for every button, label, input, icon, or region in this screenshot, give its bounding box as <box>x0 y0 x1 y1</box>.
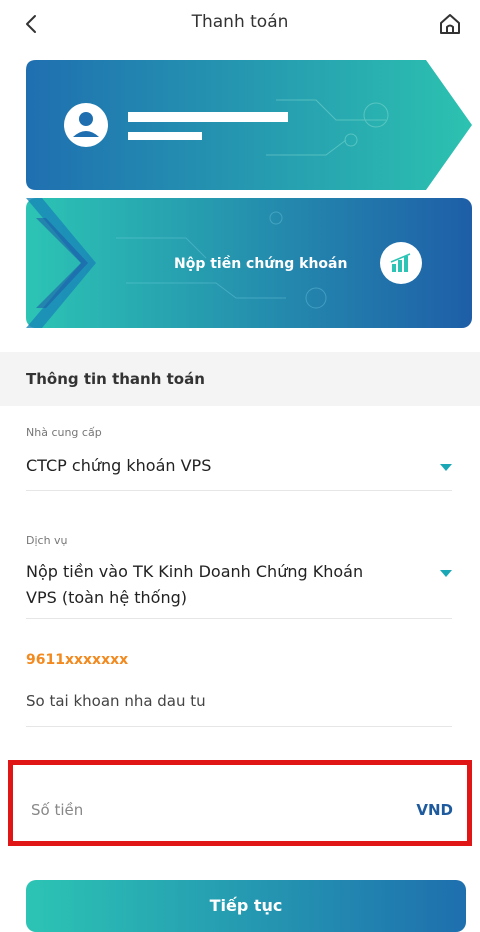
provider-value: CTCP chứng khoán VPS <box>26 456 212 475</box>
service-value-line1: Nộp tiền vào TK Kinh Doanh Chứng Khoán <box>26 562 364 581</box>
divider <box>26 726 452 727</box>
account-code: 9611xxxxxxx <box>26 652 129 668</box>
continue-button[interactable]: Tiếp tục <box>26 880 466 932</box>
deposit-card[interactable]: Nộp tiền chứng khoán <box>26 198 472 328</box>
divider <box>26 490 452 491</box>
section-title: Thông tin thanh toán <box>26 370 205 388</box>
amount-input[interactable]: Số tiền VND <box>8 760 472 846</box>
header-bar: Thanh toán <box>0 0 480 48</box>
amount-placeholder: Số tiền <box>31 801 84 819</box>
page-title: Thanh toán <box>191 12 289 32</box>
chevron-down-icon[interactable] <box>440 464 452 471</box>
service-value-line2: VPS (toàn hệ thống) <box>26 588 187 607</box>
home-icon[interactable] <box>436 10 464 38</box>
bar-chart-icon <box>380 242 422 284</box>
account-number-redacted <box>128 132 202 140</box>
account-field[interactable]: So tai khoan nha dau tu <box>26 692 206 710</box>
service-label: Dịch vụ <box>26 534 68 547</box>
user-avatar-icon <box>64 103 108 147</box>
divider <box>26 618 452 619</box>
chevron-down-icon[interactable] <box>440 570 452 577</box>
currency-label: VND <box>416 801 453 819</box>
account-card[interactable] <box>26 60 472 190</box>
payment-info-section-header: Thông tin thanh toán <box>0 352 480 406</box>
account-name-redacted <box>128 112 288 122</box>
provider-label: Nhà cung cấp <box>26 426 102 439</box>
deposit-card-label: Nộp tiền chứng khoán <box>174 256 348 272</box>
